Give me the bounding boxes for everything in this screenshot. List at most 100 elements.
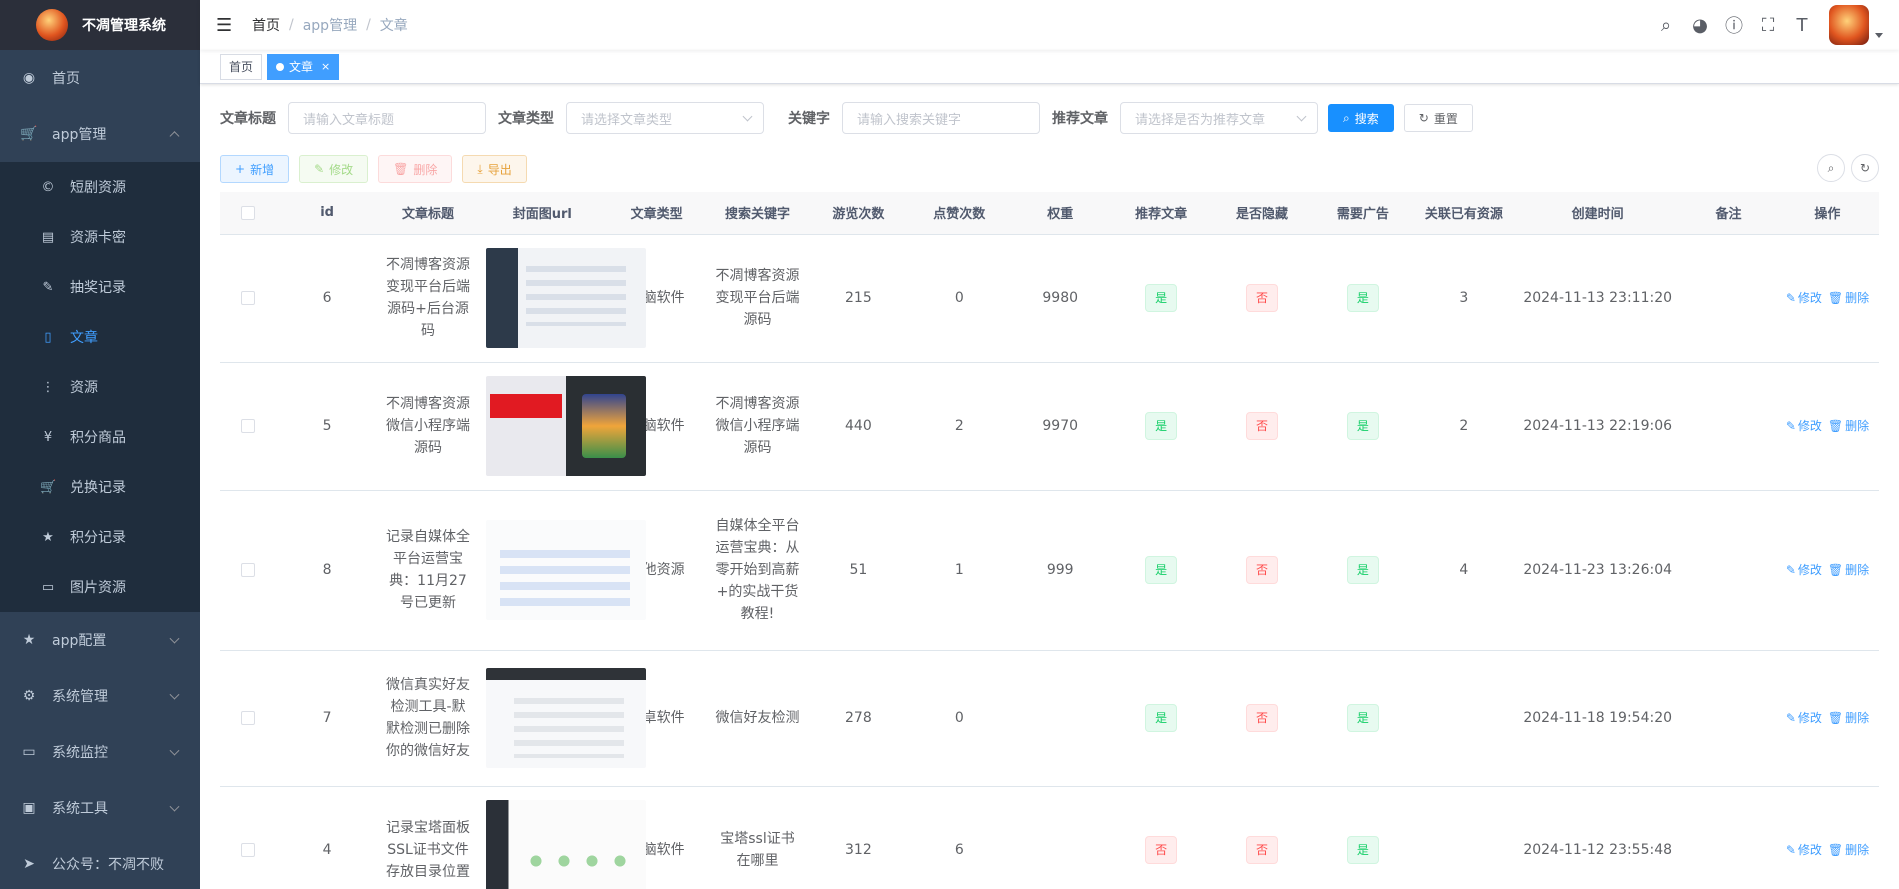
delete-button-label: 删除	[413, 162, 438, 177]
select-all-checkbox-cell	[220, 192, 277, 235]
avatar[interactable]	[1829, 5, 1869, 45]
export-button-label: 导出	[487, 162, 512, 177]
font-size-icon[interactable]: T	[1785, 15, 1819, 36]
row-delete-link[interactable]: 🗑 删除	[1828, 711, 1871, 725]
row-delete-link[interactable]: 🗑 删除	[1828, 563, 1871, 577]
tag-home[interactable]: 首页	[220, 53, 263, 80]
row-delete-link[interactable]: 🗑 删除	[1828, 419, 1871, 433]
row-checkbox-cell	[220, 650, 277, 787]
row-checkbox[interactable]	[241, 419, 256, 433]
cell-actions: ✎ 修改 🗑 删除	[1775, 650, 1879, 787]
caret-down-icon[interactable]	[1875, 32, 1883, 38]
cover-image[interactable]	[486, 376, 647, 476]
sidebar-item-points-goods[interactable]: ¥ 积分商品	[0, 412, 200, 462]
status-badge: 否	[1246, 704, 1279, 732]
row-checkbox[interactable]	[241, 843, 256, 857]
status-badge: 是	[1145, 704, 1178, 732]
active-dot-icon	[276, 62, 285, 71]
yen-icon: ¥	[43, 429, 53, 445]
cell-remark	[1681, 490, 1776, 651]
row-edit-link[interactable]: ✎ 修改	[1786, 711, 1824, 725]
cell-cover	[478, 650, 647, 787]
sidebar-item-system-monitor[interactable]: ▭ 系统监控	[0, 724, 200, 780]
select-all-checkbox[interactable]	[241, 205, 256, 220]
tag-article[interactable]: 文章 ×	[267, 53, 340, 80]
keyword-input[interactable]: 请输入搜索关键字	[842, 102, 1040, 134]
cover-image[interactable]	[486, 520, 647, 620]
row-edit-link[interactable]: ✎ 修改	[1786, 843, 1824, 857]
row-checkbox[interactable]	[241, 563, 256, 577]
sidebar-item-image-resource[interactable]: ▭ 图片资源	[0, 562, 200, 612]
edit-button[interactable]: ✎ 修改	[299, 155, 369, 183]
content: 文章标题 请输入文章标题 文章类型 请选择文章类型 关键字 请输入搜索关键字 推…	[200, 84, 1899, 889]
status-badge: 是	[1346, 284, 1379, 312]
cell-cover	[478, 234, 647, 363]
sidebar-item-resource-card[interactable]: ▤ 资源卡密	[0, 212, 200, 262]
cell-weight	[1009, 650, 1111, 787]
cell-views: 51	[807, 490, 909, 651]
type-select-placeholder: 请选择文章类型	[581, 112, 673, 128]
dashboard-icon: ◉	[22, 70, 36, 86]
toggle-search-button[interactable]: ⌕	[1817, 154, 1845, 182]
row-checkbox[interactable]	[241, 291, 256, 305]
sidebar-item-home[interactable]: ◉ 首页	[0, 50, 200, 106]
sidebar-item-points-record[interactable]: ★ 积分记录	[0, 512, 200, 562]
logo-icon	[36, 9, 68, 41]
cell-ad: 是	[1312, 786, 1414, 889]
sidebar-item-resource[interactable]: ⋮ 资源	[0, 362, 200, 412]
row-edit-link[interactable]: ✎ 修改	[1786, 563, 1824, 577]
cover-image[interactable]	[486, 248, 647, 348]
sidebar-item-system-tools[interactable]: ▣ 系统工具	[0, 780, 200, 836]
status-badge: 否	[1145, 836, 1178, 864]
sidebar-item-label: 首页	[52, 71, 80, 87]
star-icon: ★	[22, 632, 36, 648]
search-icon[interactable]: ⌕	[1649, 15, 1683, 36]
github-icon[interactable]: ◕	[1683, 15, 1717, 36]
send-icon: ➤	[23, 856, 35, 872]
cover-image[interactable]	[486, 668, 647, 768]
row-edit-link[interactable]: ✎ 修改	[1786, 419, 1824, 433]
export-button[interactable]: ⤓ 导出	[462, 155, 527, 183]
hamburger-icon[interactable]: ☰	[216, 15, 236, 36]
cell-created: 2024-11-13 22:19:06	[1514, 362, 1682, 491]
fullscreen-icon[interactable]: ⛶	[1751, 15, 1785, 36]
recommend-select[interactable]: 请选择是否为推荐文章	[1120, 102, 1318, 134]
cell-remark	[1681, 234, 1776, 363]
cell-actions: ✎ 修改 🗑 删除	[1775, 490, 1879, 651]
cover-image[interactable]	[486, 800, 647, 889]
sidebar-item-system-manage[interactable]: ⚙ 系统管理	[0, 668, 200, 724]
sidebar-item-label: 短剧资源	[70, 180, 126, 196]
gear-icon: ⚙	[22, 688, 36, 704]
sidebar-item-wechat-account[interactable]: ➤ 公众号：不凋不败	[0, 836, 200, 889]
search-button[interactable]: ⌕ 搜索	[1328, 104, 1394, 132]
edit-doc-icon: ✎	[42, 279, 54, 295]
sidebar-item-article[interactable]: ▯ 文章	[0, 312, 200, 362]
sidebar: 不凋管理系统 ◉ 首页 🛒 app管理 © 短剧资源 ▤ 资源卡密 ✎ 抽奖记录	[0, 0, 200, 889]
title-input[interactable]: 请输入文章标题	[288, 102, 486, 134]
row-delete-link[interactable]: 🗑 删除	[1828, 291, 1871, 305]
close-icon[interactable]: ×	[321, 55, 330, 79]
refresh-button[interactable]: ↻	[1851, 154, 1879, 182]
logo[interactable]: 不凋管理系统	[0, 0, 200, 50]
reset-button[interactable]: ↻ 重置	[1403, 104, 1473, 132]
row-delete-label: 删除	[1845, 711, 1870, 725]
sidebar-item-app-manage[interactable]: 🛒 app管理	[0, 106, 200, 162]
row-edit-link[interactable]: ✎ 修改	[1786, 291, 1824, 305]
sidebar-item-short-drama[interactable]: © 短剧资源	[0, 162, 200, 212]
row-delete-link[interactable]: 🗑 删除	[1828, 843, 1871, 857]
status-badge: 是	[1145, 284, 1178, 312]
type-select[interactable]: 请选择文章类型	[566, 102, 764, 134]
breadcrumb-item[interactable]: 首页	[252, 15, 280, 35]
sidebar-item-app-config[interactable]: ★ app配置	[0, 612, 200, 668]
chevron-down-icon	[1296, 111, 1307, 122]
help-icon[interactable]: ⓘ	[1717, 12, 1751, 38]
table-row: 5 不凋博客资源微信小程序端源码 电脑软件 不凋博客资源微信小程序端源码 440…	[220, 362, 1879, 491]
delete-button[interactable]: 🗑 删除	[378, 155, 453, 183]
add-button[interactable]: + 新增	[220, 155, 290, 183]
sidebar-item-label: 资源卡密	[70, 230, 126, 246]
sidebar-item-label: 文章	[70, 330, 98, 346]
row-checkbox[interactable]	[241, 711, 256, 725]
sidebar-item-exchange-record[interactable]: 🛒 兑换记录	[0, 462, 200, 512]
table-row: 6 不凋博客资源变现平台后端源码+后台源码 电脑软件 不凋博客资源变现平台后端源…	[220, 234, 1879, 363]
sidebar-item-lottery[interactable]: ✎ 抽奖记录	[0, 262, 200, 312]
